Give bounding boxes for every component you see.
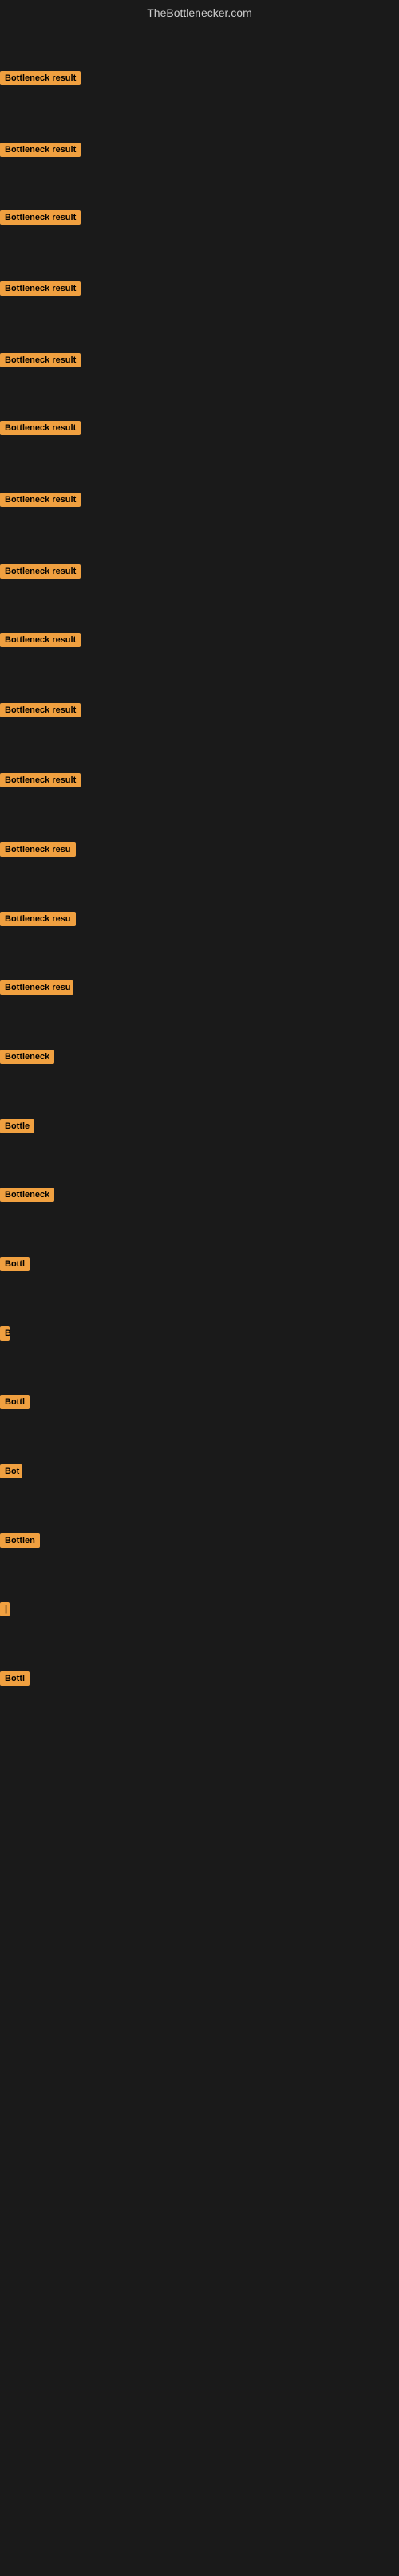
- bottleneck-badge: Bot: [0, 1464, 22, 1478]
- bottleneck-badge: |: [0, 1602, 10, 1616]
- bottleneck-badge: Bottleneck result: [0, 633, 81, 647]
- bottleneck-badge: Bottleneck result: [0, 353, 81, 367]
- bottleneck-badge: Bottleneck: [0, 1050, 54, 1064]
- bottleneck-badge: Bottleneck result: [0, 281, 81, 296]
- site-title: TheBottlenecker.com: [0, 0, 399, 26]
- bottleneck-badge: Bottleneck resu: [0, 842, 76, 857]
- bottleneck-badge: Bottl: [0, 1395, 30, 1409]
- bottleneck-badge: Bottleneck result: [0, 773, 81, 787]
- bottleneck-badge: B: [0, 1326, 10, 1341]
- bottleneck-badge: Bottlen: [0, 1533, 40, 1548]
- bottleneck-badge: Bottleneck resu: [0, 912, 76, 926]
- bottleneck-badge: Bottl: [0, 1257, 30, 1271]
- bottleneck-badge: Bottleneck result: [0, 703, 81, 717]
- bottleneck-badge: Bottle: [0, 1119, 34, 1133]
- bottleneck-badge: Bottleneck result: [0, 71, 81, 85]
- bottleneck-badge: Bottleneck result: [0, 143, 81, 157]
- bottleneck-badge: Bottleneck result: [0, 210, 81, 225]
- bottleneck-badge: Bottl: [0, 1671, 30, 1686]
- bottleneck-badge: Bottleneck: [0, 1188, 54, 1202]
- bottleneck-badge: Bottleneck resu: [0, 980, 73, 995]
- bottleneck-badge: Bottleneck result: [0, 564, 81, 579]
- bottleneck-badge: Bottleneck result: [0, 421, 81, 435]
- bottleneck-badge: Bottleneck result: [0, 493, 81, 507]
